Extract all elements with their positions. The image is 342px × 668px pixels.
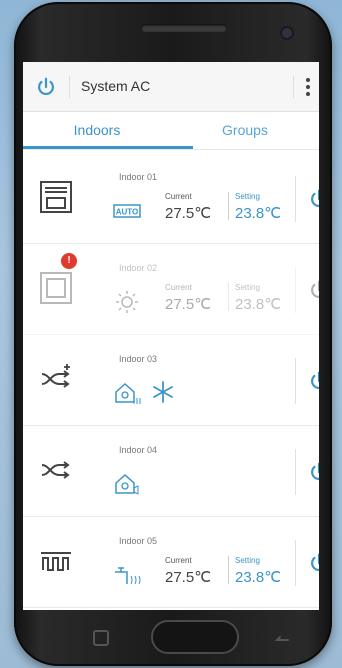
divider [295,540,296,586]
divider [295,176,296,222]
current-label: Current [165,556,192,565]
more-vert-icon[interactable] [305,76,311,98]
svg-text:AUTO: AUTO [116,208,139,217]
setting-temperature[interactable]: 23.8℃ [235,568,281,586]
current-temperature: 27.5℃ [165,205,212,222]
app-bar: System AC [23,62,319,112]
divider [228,283,229,311]
list-item[interactable]: Indoor 04 [23,427,319,517]
system-navigation-bar [23,612,319,662]
back-icon[interactable] [273,628,291,646]
current-temperature: 27.5℃ [165,296,212,313]
setting-temperature[interactable]: 23.8℃ [235,295,281,313]
home-button-icon[interactable] [151,620,239,654]
cassette-unit-icon [40,272,72,304]
divider [295,358,296,404]
power-icon[interactable] [308,279,319,301]
setting-label: Setting [235,192,260,201]
unit-name: Indoor 03 [119,354,158,364]
tab-indicator [23,146,193,149]
front-camera [282,28,292,38]
snowflake-icon [153,381,173,403]
page-title: System AC [81,78,151,94]
list-item[interactable]: Indoor 05 Current 27.5℃ Setting 23.8℃ [23,518,319,608]
divider [69,76,70,98]
power-icon[interactable] [308,188,319,210]
tab-bar: Indoors Groups [23,112,319,150]
setting-label: Setting [235,556,260,565]
auto-icon: AUTO [113,204,141,218]
unit-name: Indoor 04 [119,445,158,455]
power-icon[interactable] [308,370,319,392]
heater-coil-icon [41,552,71,571]
house-fan-heat-icon [115,382,141,404]
unit-name: Indoor 01 [119,172,158,182]
recent-apps-icon[interactable] [93,630,109,646]
tab-indoors[interactable]: Indoors [23,122,171,138]
divider [295,449,296,495]
power-icon[interactable] [35,76,57,98]
setting-label: Setting [235,283,260,292]
sun-icon [116,291,138,313]
unit-name: Indoor 05 [119,536,158,546]
app-screen: System AC Indoors Groups Indoor 01 AUTO … [23,62,319,610]
setting-temperature[interactable]: 23.8℃ [235,204,281,222]
shuffle-icon [41,461,70,479]
divider [228,192,229,220]
shuffle-add-icon [41,364,70,388]
house-fan-sound-icon [115,473,139,495]
current-temperature: 27.5℃ [165,569,212,586]
tab-groups[interactable]: Groups [171,122,319,138]
divider [228,556,229,584]
indoor-unit-icon [40,181,72,213]
speaker-grille [141,24,227,32]
divider [293,76,294,98]
list-item[interactable]: Indoor 03 [23,336,319,426]
power-icon[interactable] [308,461,319,483]
current-label: Current [165,283,192,292]
faucet-heat-icon [115,567,141,585]
current-label: Current [165,192,192,201]
alert-badge: ! [61,253,77,269]
power-icon[interactable] [308,552,319,574]
list-item[interactable]: Indoor 01 AUTO Current 27.5℃ Setting 23.… [23,154,319,244]
divider [295,267,296,313]
unit-name: Indoor 02 [119,263,158,273]
